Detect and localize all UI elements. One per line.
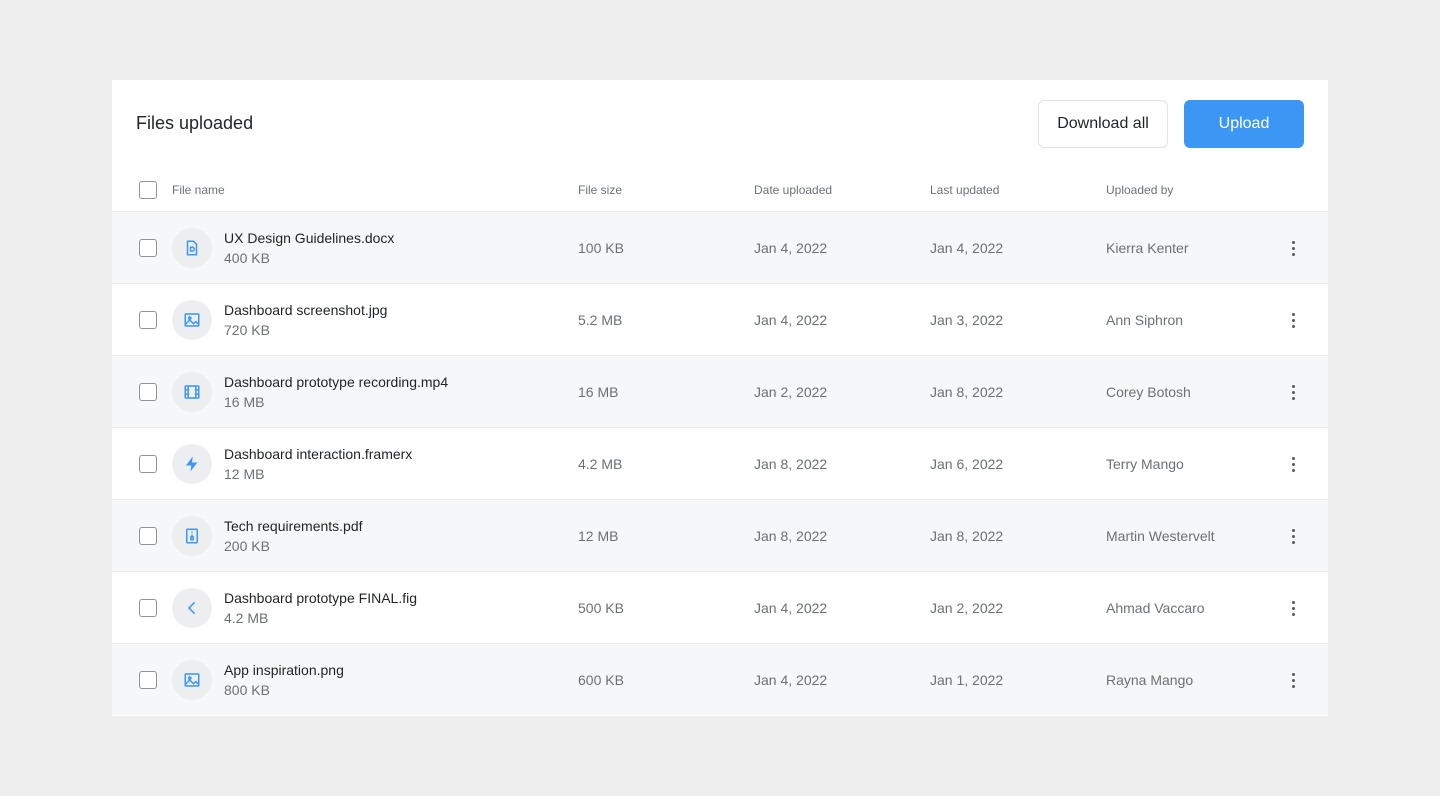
file-name[interactable]: Dashboard interaction.framerx: [224, 446, 412, 462]
file-size: 100 KB: [578, 240, 624, 256]
column-header-file-size[interactable]: File size: [578, 183, 622, 197]
row-checkbox[interactable]: [139, 527, 157, 545]
file-sub-size: 4.2 MB: [224, 610, 269, 626]
file-size: 5.2 MB: [578, 312, 623, 328]
row-checkbox[interactable]: [139, 383, 157, 401]
row-checkbox[interactable]: [139, 599, 157, 617]
last-updated: Jan 2, 2022: [930, 600, 1004, 616]
file-name[interactable]: UX Design Guidelines.docx: [224, 230, 394, 246]
last-updated: Jan 8, 2022: [930, 528, 1004, 544]
date-uploaded: Jan 4, 2022: [754, 240, 828, 256]
uploaded-by: Martin Westervelt: [1106, 528, 1215, 544]
column-header-uploaded-by[interactable]: Uploaded by: [1106, 183, 1173, 197]
row-checkbox[interactable]: [139, 671, 157, 689]
document-icon: [172, 228, 212, 268]
more-options-icon[interactable]: [1282, 596, 1304, 620]
more-options-icon[interactable]: [1282, 236, 1304, 260]
table-row[interactable]: UX Design Guidelines.docx 400 KB 100 KB …: [112, 212, 1328, 284]
file-size: 500 KB: [578, 600, 624, 616]
column-header-file-name[interactable]: File name: [172, 183, 225, 197]
file-sub-size: 12 MB: [224, 466, 265, 482]
table-row[interactable]: Tech requirements.pdf 200 KB 12 MB Jan 8…: [112, 500, 1328, 572]
last-updated: Jan 6, 2022: [930, 456, 1004, 472]
more-options-icon[interactable]: [1282, 380, 1304, 404]
file-name[interactable]: Dashboard prototype recording.mp4: [224, 374, 448, 390]
download-all-button[interactable]: Download all: [1038, 100, 1168, 148]
table-row[interactable]: App inspiration.png 800 KB 600 KB Jan 4,…: [112, 644, 1328, 715]
file-name[interactable]: Dashboard screenshot.jpg: [224, 302, 387, 318]
page-title: Files uploaded: [136, 113, 254, 133]
row-checkbox[interactable]: [139, 239, 157, 257]
table-row[interactable]: Dashboard prototype recording.mp4 16 MB …: [112, 356, 1328, 428]
files-card: Files uploaded Download all Upload File …: [112, 80, 1328, 716]
table-row[interactable]: Dashboard screenshot.jpg 720 KB 5.2 MB J…: [112, 284, 1328, 356]
zip-file-icon: [172, 516, 212, 556]
date-uploaded: Jan 8, 2022: [754, 528, 828, 544]
file-size: 4.2 MB: [578, 456, 623, 472]
more-options-icon[interactable]: [1282, 452, 1304, 476]
image-icon: [172, 300, 212, 340]
file-sub-size: 800 KB: [224, 682, 270, 698]
select-all-checkbox[interactable]: [139, 181, 157, 199]
file-sub-size: 200 KB: [224, 538, 270, 554]
table-row[interactable]: Dashboard interaction.framerx 12 MB 4.2 …: [112, 428, 1328, 500]
uploaded-by: Ahmad Vaccaro: [1106, 600, 1205, 616]
file-sub-size: 400 KB: [224, 250, 270, 266]
film-icon: [172, 372, 212, 412]
date-uploaded: Jan 4, 2022: [754, 672, 828, 688]
more-options-icon[interactable]: [1282, 668, 1304, 692]
date-uploaded: Jan 8, 2022: [754, 456, 828, 472]
row-checkbox[interactable]: [139, 311, 157, 329]
upload-button[interactable]: Upload: [1184, 100, 1304, 148]
uploaded-by: Corey Botosh: [1106, 384, 1191, 400]
uploaded-by: Terry Mango: [1106, 456, 1184, 472]
file-size: 12 MB: [578, 528, 619, 544]
uploaded-by: Kierra Kenter: [1106, 240, 1189, 256]
last-updated: Jan 8, 2022: [930, 384, 1004, 400]
file-name[interactable]: Dashboard prototype FINAL.fig: [224, 590, 417, 606]
table-body: UX Design Guidelines.docx 400 KB 100 KB …: [112, 212, 1328, 715]
file-name[interactable]: App inspiration.png: [224, 662, 344, 678]
date-uploaded: Jan 4, 2022: [754, 600, 828, 616]
file-sub-size: 16 MB: [224, 394, 265, 410]
column-header-last-updated[interactable]: Last updated: [930, 183, 999, 197]
last-updated: Jan 3, 2022: [930, 312, 1004, 328]
lightning-icon: [172, 444, 212, 484]
chevron-left-icon: [172, 588, 212, 628]
column-header-date-uploaded[interactable]: Date uploaded: [754, 183, 832, 197]
date-uploaded: Jan 4, 2022: [754, 312, 828, 328]
card-header: Files uploaded Download all Upload: [112, 80, 1328, 168]
row-checkbox[interactable]: [139, 455, 157, 473]
uploaded-by: Ann Siphron: [1106, 312, 1184, 328]
uploaded-by: Rayna Mango: [1106, 672, 1194, 688]
last-updated: Jan 4, 2022: [930, 240, 1004, 256]
file-name[interactable]: Tech requirements.pdf: [224, 518, 363, 534]
more-options-icon[interactable]: [1282, 524, 1304, 548]
image-icon: [172, 660, 212, 700]
table-header: File name File size Date uploaded Last u…: [112, 168, 1328, 212]
file-size: 16 MB: [578, 384, 619, 400]
table-row[interactable]: Dashboard prototype FINAL.fig 4.2 MB 500…: [112, 572, 1328, 644]
file-size: 600 KB: [578, 672, 624, 688]
date-uploaded: Jan 2, 2022: [754, 384, 828, 400]
last-updated: Jan 1, 2022: [930, 672, 1004, 688]
more-options-icon[interactable]: [1282, 308, 1304, 332]
file-sub-size: 720 KB: [224, 322, 270, 338]
